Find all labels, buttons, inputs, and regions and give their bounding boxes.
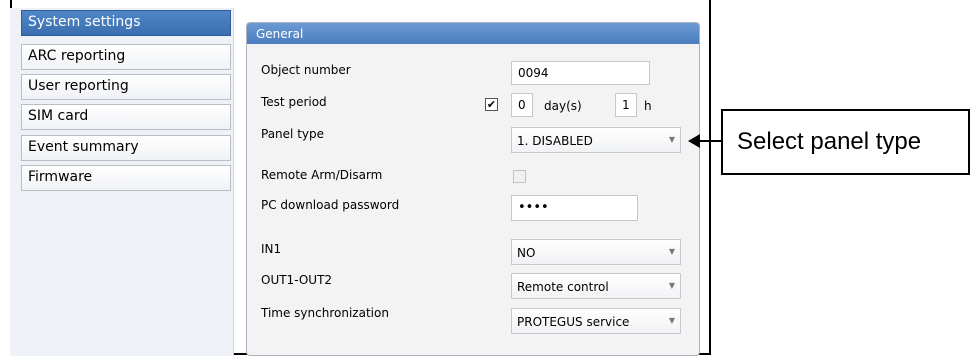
test-period-label: Test period (261, 95, 327, 109)
in1-value: NO (517, 246, 536, 260)
time-sync-value: PROTEGUS service (517, 315, 630, 329)
test-period-days-input[interactable]: 0 (511, 93, 533, 117)
panel-type-select[interactable]: 1. DISABLED ▼ (511, 127, 681, 153)
object-number-input[interactable]: 0094 (511, 61, 650, 85)
out1-out2-select[interactable]: Remote control ▼ (511, 273, 681, 299)
panel-type-value: 1. DISABLED (517, 134, 593, 148)
days-unit-label: day(s) (544, 99, 582, 113)
callout-box: Select panel type (721, 109, 970, 175)
chevron-down-icon: ▼ (668, 135, 675, 144)
chevron-down-icon: ▼ (668, 281, 675, 290)
sidebar: System settings ARC reporting User repor… (10, 8, 234, 356)
callout-arrow-line (697, 140, 723, 142)
panel-title: General (247, 23, 699, 44)
pc-password-label: PC download password (261, 198, 400, 212)
sidebar-item-system-settings[interactable]: System settings (21, 10, 231, 36)
pc-password-input[interactable]: •••• (511, 195, 638, 221)
test-period-hours-input[interactable]: 1 (615, 93, 637, 117)
remote-arm-label: Remote Arm/Disarm (261, 168, 383, 182)
out1-out2-label: OUT1-OUT2 (261, 273, 333, 287)
chevron-down-icon: ▼ (668, 316, 675, 325)
in1-select[interactable]: NO ▼ (511, 239, 681, 265)
sidebar-item-arc-reporting[interactable]: ARC reporting (21, 44, 231, 70)
chevron-down-icon: ▼ (668, 247, 675, 256)
sidebar-item-event-summary[interactable]: Event summary (21, 135, 231, 161)
test-period-checkbox[interactable]: ✔ (485, 98, 498, 111)
panel-type-label: Panel type (261, 127, 324, 141)
sidebar-item-sim-card[interactable]: SIM card (21, 104, 231, 130)
in1-label: IN1 (261, 242, 282, 256)
general-panel: General Object number 0094 Test period ✔… (246, 22, 700, 356)
time-sync-label: Time synchronization (261, 306, 389, 320)
time-sync-select[interactable]: PROTEGUS service ▼ (511, 308, 681, 334)
checkmark-icon: ✔ (486, 98, 497, 111)
remote-arm-checkbox[interactable] (513, 170, 526, 183)
hours-unit-label: h (644, 99, 652, 113)
sidebar-item-user-reporting[interactable]: User reporting (21, 74, 231, 100)
out1-out2-value: Remote control (517, 280, 609, 294)
object-number-label: Object number (261, 63, 351, 77)
sidebar-item-firmware[interactable]: Firmware (21, 165, 231, 191)
callout-text: Select panel type (737, 128, 922, 155)
